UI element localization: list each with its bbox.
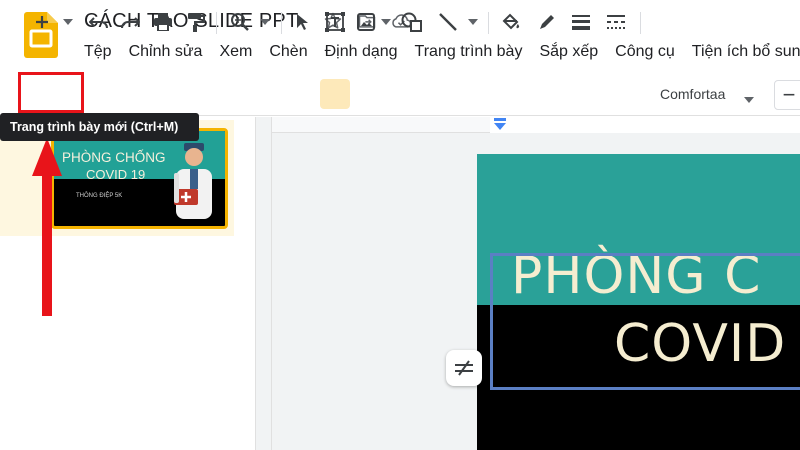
thumb-caption: THÔNG ĐIỆP 5K	[76, 193, 123, 199]
menu-view[interactable]: Xem	[219, 42, 252, 62]
zoom-icon[interactable]	[228, 8, 252, 36]
toolbar-separator	[281, 12, 282, 34]
title-textbox-outline[interactable]	[490, 253, 800, 390]
current-slide[interactable]: PHÒNG C COVID	[477, 154, 800, 450]
toolbar-separator	[488, 12, 489, 34]
font-dropdown-icon[interactable]	[744, 90, 754, 108]
print-icon[interactable]	[151, 8, 175, 36]
indent-marker-icon[interactable]	[493, 118, 507, 132]
undo-icon[interactable]	[87, 8, 111, 36]
menu-format[interactable]: Định dạng	[325, 42, 398, 62]
thumb-title-2: COVID 19	[86, 167, 146, 182]
menu-slide[interactable]: Trang trình bày	[415, 42, 523, 62]
new-slide-layout-dropdown[interactable]	[60, 8, 76, 36]
menu-arrange[interactable]: Sắp xếp	[539, 42, 598, 62]
font-size-decrease-button[interactable]: −	[774, 80, 800, 110]
hide-ruler-toggle-button[interactable]	[446, 350, 482, 386]
line-dropdown-icon[interactable]	[466, 8, 480, 36]
new-slide-button[interactable]	[30, 8, 54, 36]
slides-app: CÁCH TẠO SLIDE PPT Tệp Chỉnh sửa Xem Chè…	[0, 0, 800, 450]
vertical-ruler	[256, 117, 272, 450]
image-icon[interactable]	[356, 8, 376, 36]
new-slide-highlight	[18, 72, 84, 113]
paint-format-icon[interactable]	[184, 8, 208, 36]
border-dash-icon[interactable]	[605, 8, 627, 36]
font-family-select[interactable]: Comfortaa	[660, 86, 725, 102]
menu-insert[interactable]: Chèn	[269, 42, 307, 62]
shape-icon[interactable]	[400, 8, 424, 36]
redo-icon[interactable]	[118, 8, 142, 36]
new-slide-tooltip: Trang trình bày mới (Ctrl+M)	[0, 113, 199, 141]
annotation-arrow-icon	[32, 138, 62, 316]
select-cursor-icon[interactable]	[292, 8, 314, 36]
image-dropdown-icon[interactable]	[380, 8, 392, 36]
menu-bar: Tệp Chỉnh sửa Xem Chèn Định dạng Trang t…	[84, 42, 800, 62]
menu-tools[interactable]: Công cụ	[615, 42, 675, 62]
menu-file[interactable]: Tệp	[84, 42, 112, 62]
menu-edit[interactable]: Chỉnh sửa	[129, 42, 203, 62]
fill-color-icon[interactable]	[500, 8, 522, 36]
border-weight-icon[interactable]	[570, 8, 592, 36]
menu-addons[interactable]: Tiện ích bổ sung	[692, 42, 800, 62]
text-tool-active-bg	[320, 79, 350, 109]
toolbar-separator	[640, 12, 641, 34]
zoom-dropdown-icon[interactable]	[258, 8, 272, 36]
toolbar-separator	[216, 12, 217, 34]
line-icon[interactable]	[436, 8, 460, 36]
collapse-icon	[455, 360, 473, 376]
ruler-slide-region	[490, 117, 800, 133]
text-box-icon[interactable]	[322, 8, 348, 36]
border-color-icon[interactable]	[536, 8, 558, 36]
thumb-title-1: PHÒNG CHỐNG	[62, 150, 166, 165]
slide-thumbnail[interactable]: PHÒNG CHỐNG COVID 19 THÔNG ĐIỆP 5K	[51, 128, 228, 229]
doctor-illustration-icon	[174, 143, 212, 219]
